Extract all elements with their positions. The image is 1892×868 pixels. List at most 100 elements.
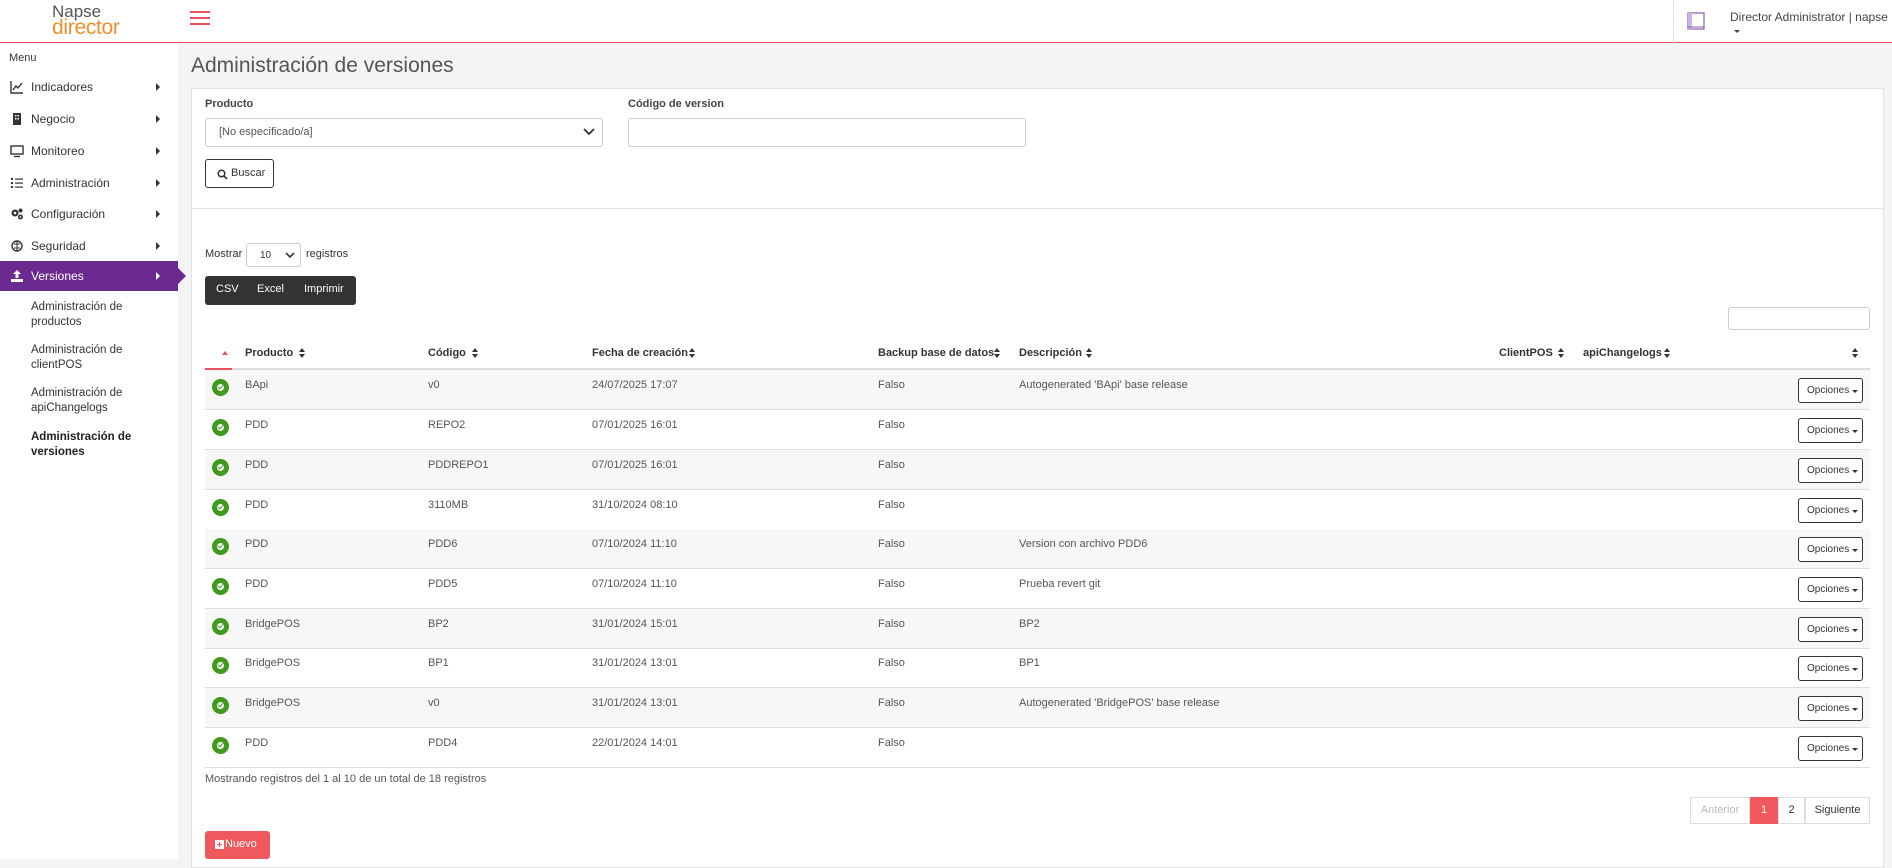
column-header-clientpos[interactable]: ClientPOS bbox=[1499, 347, 1553, 359]
options-label: Opciones bbox=[1807, 385, 1850, 396]
options-button[interactable]: Opciones bbox=[1798, 418, 1863, 443]
cell-backup: Falso bbox=[878, 657, 905, 669]
search-icon bbox=[217, 169, 228, 180]
sort-icon[interactable] bbox=[472, 348, 478, 358]
caret-down-icon bbox=[1852, 748, 1858, 751]
options-button[interactable]: Opciones bbox=[1798, 577, 1863, 602]
cell-backup: Falso bbox=[878, 419, 905, 431]
options-button[interactable]: Opciones bbox=[1798, 736, 1863, 761]
cell-descripcion: Autogenerated 'BridgePOS' base release bbox=[1019, 697, 1220, 709]
export-button-group: CSV Excel Imprimir bbox=[205, 276, 356, 305]
pagination-page-1[interactable]: 1 bbox=[1750, 797, 1778, 824]
pagination-next[interactable]: Siguiente bbox=[1805, 797, 1870, 824]
status-ok-icon bbox=[212, 618, 229, 635]
cell-fecha: 07/10/2024 11:10 bbox=[592, 578, 677, 590]
upload-icon bbox=[11, 270, 23, 282]
sidebar-item-monitoreo[interactable]: Monitoreo bbox=[0, 136, 178, 166]
cell-fecha: 07/01/2025 16:01 bbox=[592, 419, 678, 431]
column-header-fecha[interactable]: Fecha de creación bbox=[592, 347, 688, 359]
status-ok-icon bbox=[212, 499, 229, 516]
top-bar: Napse director Director Administrator | … bbox=[0, 0, 1892, 43]
cell-producto: BridgePOS bbox=[245, 697, 301, 709]
options-label: Opciones bbox=[1807, 544, 1850, 555]
caret-down-icon bbox=[1852, 470, 1858, 473]
column-header-producto[interactable]: Producto bbox=[245, 347, 293, 359]
cell-backup: Falso bbox=[878, 737, 905, 749]
version-filter-label: Código de version bbox=[628, 98, 724, 110]
sort-icon[interactable] bbox=[1664, 348, 1670, 358]
options-label: Opciones bbox=[1807, 465, 1850, 476]
sidebar-item-label: Monitoreo bbox=[31, 144, 85, 158]
options-button[interactable]: Opciones bbox=[1798, 537, 1863, 562]
caret-right-icon bbox=[156, 179, 160, 187]
new-button[interactable]: Nuevo bbox=[205, 831, 270, 859]
cell-producto: PDD bbox=[245, 578, 269, 590]
caret-down-icon bbox=[1852, 549, 1858, 552]
print-button[interactable]: Imprimir bbox=[304, 283, 344, 295]
sort-icon[interactable] bbox=[299, 348, 305, 358]
caret-right-icon bbox=[156, 83, 160, 91]
column-header-codigo[interactable]: Código bbox=[428, 347, 466, 359]
sidebar-item-administracion[interactable]: Administración bbox=[0, 168, 178, 198]
user-menu[interactable]: Director Administrator | napse bbox=[1730, 10, 1892, 38]
sidebar-item-configuracion[interactable]: Configuración bbox=[0, 199, 178, 229]
cell-fecha: 31/01/2024 13:01 bbox=[592, 657, 678, 669]
sort-icon[interactable] bbox=[1558, 348, 1564, 358]
options-label: Opciones bbox=[1807, 425, 1850, 436]
column-header-descripcion[interactable]: Descripción bbox=[1019, 347, 1082, 359]
page-title: Administración de versiones bbox=[191, 54, 454, 77]
sort-icon[interactable] bbox=[1086, 348, 1092, 358]
options-label: Opciones bbox=[1807, 743, 1850, 754]
options-button[interactable]: Opciones bbox=[1798, 378, 1863, 403]
subitem-line1: Administración de bbox=[31, 431, 132, 443]
version-code-input[interactable] bbox=[628, 118, 1026, 147]
options-button[interactable]: Opciones bbox=[1798, 617, 1863, 642]
sidebar-item-versiones[interactable]: Versiones bbox=[0, 261, 186, 291]
options-button[interactable]: Opciones bbox=[1798, 696, 1863, 721]
chevron-down-icon bbox=[583, 128, 595, 136]
column-header-backup[interactable]: Backup base de datos bbox=[878, 347, 994, 359]
cell-backup: Falso bbox=[878, 697, 905, 709]
subitem-administracion-productos[interactable]: Administración de productos bbox=[31, 300, 171, 330]
options-button[interactable]: Opciones bbox=[1798, 656, 1863, 681]
cell-backup: Falso bbox=[878, 379, 905, 391]
caret-right-icon bbox=[156, 242, 160, 250]
table-row: PDD PDD4 22/01/2024 14:01 Falso Opciones bbox=[205, 728, 1870, 768]
sidebar-item-seguridad[interactable]: Seguridad bbox=[0, 231, 178, 261]
options-button[interactable]: Opciones bbox=[1798, 498, 1863, 523]
pagination-page-2[interactable]: 2 bbox=[1778, 797, 1805, 824]
sidebar-item-indicadores[interactable]: Indicadores bbox=[0, 72, 178, 102]
pagination-prev[interactable]: Anterior bbox=[1690, 797, 1750, 824]
product-select[interactable]: [No especificado/a] bbox=[205, 118, 603, 147]
excel-button[interactable]: Excel bbox=[257, 283, 284, 295]
sort-asc-icon[interactable] bbox=[222, 351, 228, 355]
hamburger-menu-icon[interactable] bbox=[190, 11, 210, 27]
subitem-line2: productos bbox=[31, 316, 82, 328]
cell-descripcion: BP1 bbox=[1019, 657, 1040, 669]
cell-producto: BridgePOS bbox=[245, 618, 301, 630]
napse-director-logo[interactable]: Napse director bbox=[52, 3, 120, 38]
cell-codigo: PDD6 bbox=[428, 538, 458, 550]
sidebar-item-negocio[interactable]: Negocio bbox=[0, 104, 178, 134]
new-button-label: Nuevo bbox=[225, 838, 257, 850]
column-header-apichangelogs[interactable]: apiChangelogs bbox=[1583, 347, 1662, 359]
window-icon[interactable] bbox=[1687, 12, 1705, 30]
sort-icon[interactable] bbox=[689, 348, 695, 358]
cell-codigo: v0 bbox=[428, 379, 440, 391]
table-row: BApi v0 24/07/2025 17:07 Falso Autogener… bbox=[205, 370, 1870, 410]
page-length-select[interactable]: 10 bbox=[246, 243, 301, 267]
cell-fecha: 22/01/2024 14:01 bbox=[592, 737, 678, 749]
csv-button[interactable]: CSV bbox=[216, 283, 239, 295]
options-button[interactable]: Opciones bbox=[1798, 458, 1863, 483]
sort-icon[interactable] bbox=[994, 348, 1000, 358]
subitem-administracion-apichangelogs[interactable]: Administración de apiChangelogs bbox=[31, 386, 171, 416]
cell-fecha: 31/01/2024 15:01 bbox=[592, 618, 678, 630]
product-select-value: [No especificado/a] bbox=[219, 126, 313, 138]
search-button[interactable]: Buscar bbox=[205, 159, 274, 188]
subitem-administracion-clientpos[interactable]: Administración de clientPOS bbox=[31, 343, 171, 373]
subitem-administracion-versiones[interactable]: Administración de versiones bbox=[31, 430, 171, 460]
sort-icon[interactable] bbox=[1852, 348, 1858, 358]
status-ok-icon bbox=[212, 737, 229, 754]
chart-line-icon bbox=[10, 81, 23, 94]
table-search-input[interactable] bbox=[1728, 307, 1870, 330]
